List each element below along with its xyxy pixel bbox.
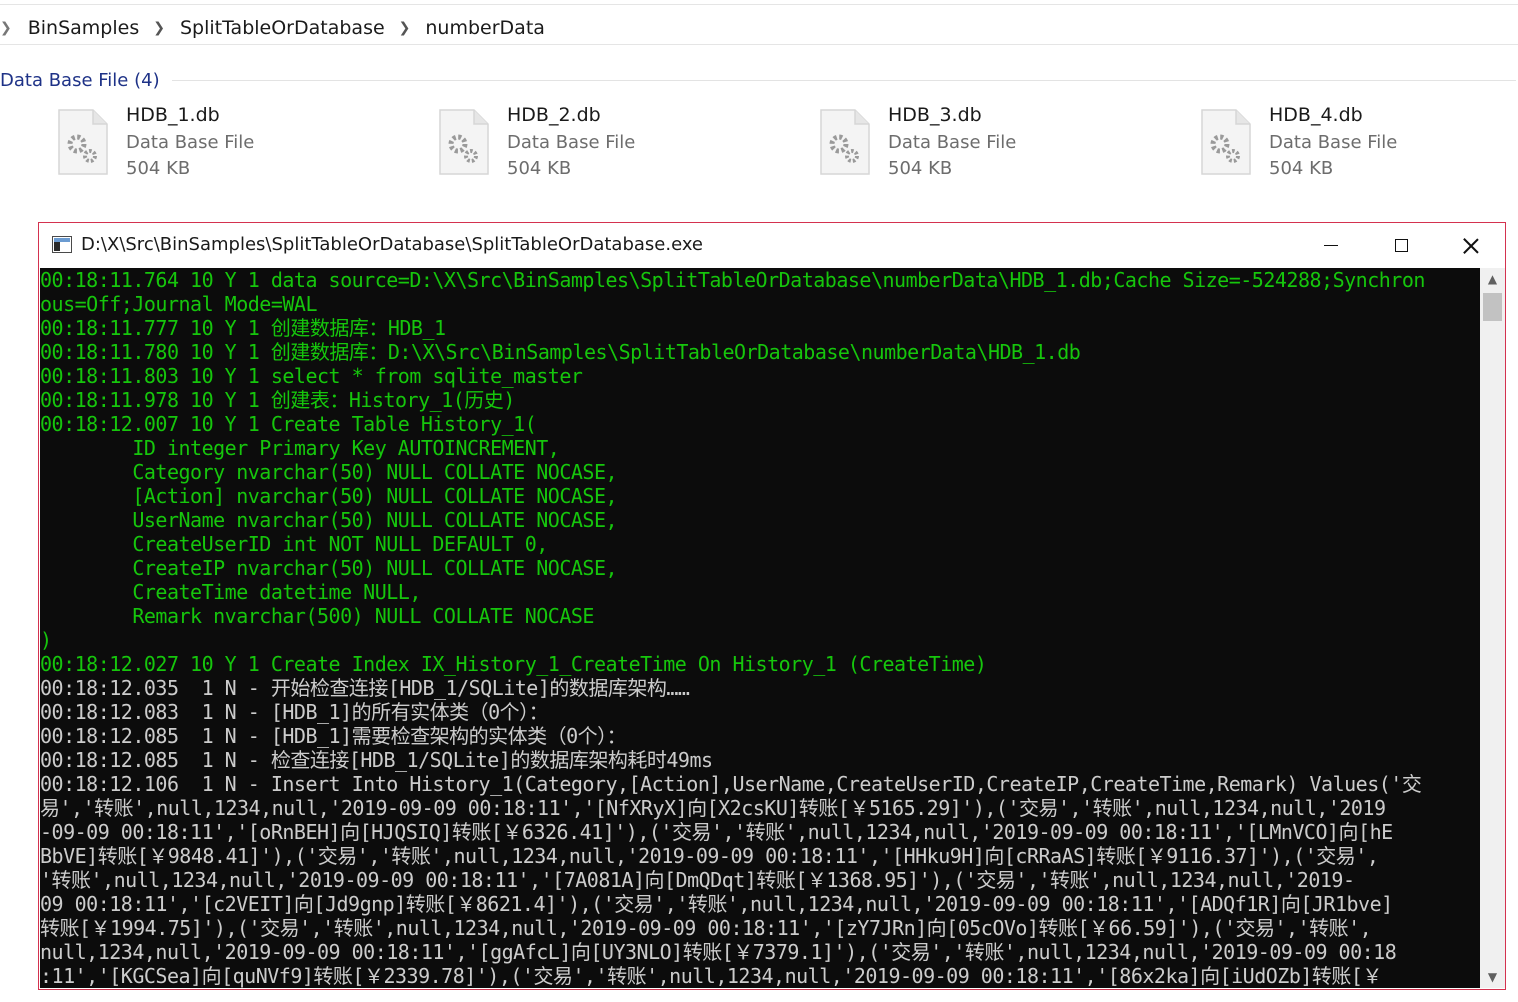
console-line: ID integer Primary Key AUTOINCREMENT,: [40, 436, 560, 460]
file-size: 504 KB: [507, 158, 572, 179]
close-icon: [1463, 238, 1479, 254]
breadcrumb-item-binsamples[interactable]: BinSamples: [26, 17, 142, 39]
file-type: Data Base File: [507, 132, 636, 153]
vertical-scrollbar[interactable]: ▲ ▼: [1480, 268, 1505, 988]
minimize-icon: [1324, 245, 1338, 246]
scroll-up-arrow-icon[interactable]: ▲: [1480, 268, 1505, 290]
chevron-right-icon[interactable]: ❯: [399, 20, 411, 36]
file-type: Data Base File: [1269, 132, 1398, 153]
file-item[interactable]: HDB_3.db Data Base File 504 KB: [819, 104, 1149, 184]
console-line: BbVE]转账[￥9848.41]'),('交易','转账',null,1234…: [40, 844, 1379, 868]
console-line: 00:18:12.106 1 N - Insert Into History_1…: [40, 772, 1422, 796]
gear-document-icon: [820, 109, 870, 175]
file-size: 504 KB: [1269, 158, 1334, 179]
console-line: 00:18:11.803 10 Y 1 select * from sqlite…: [40, 364, 583, 388]
window-title: D:\X\Src\BinSamples\SplitTableOrDatabase…: [81, 234, 704, 255]
breadcrumb-item-numberdata[interactable]: numberData: [423, 17, 547, 39]
group-header[interactable]: Data Base File (4): [0, 66, 1518, 94]
console-line: -09-09 00:18:11','[oRnBEH]向[HJQSIQ]转账[￥6…: [40, 820, 1393, 844]
console-line: ous=Off;Journal Mode=WAL: [40, 292, 317, 316]
console-line: [Action] nvarchar(50) NULL COLLATE NOCAS…: [40, 484, 618, 508]
console-line: 00:18:12.085 1 N - [HDB_1]需要检查架构的实体类（0个）…: [40, 724, 627, 748]
file-explorer: ❯ BinSamples ❯ SplitTableOrDatabase ❯ nu…: [0, 0, 1518, 222]
breadcrumb[interactable]: ❯ BinSamples ❯ SplitTableOrDatabase ❯ nu…: [0, 12, 1518, 45]
console-line: Category nvarchar(50) NULL COLLATE NOCAS…: [40, 460, 618, 484]
console-line: null,1234,null,'2019-09-09 00:18:11','[g…: [40, 940, 1397, 964]
breadcrumb-item-splittableordatabase[interactable]: SplitTableOrDatabase: [178, 17, 387, 39]
console-line: 易','转账',null,1234,null,'2019-09-09 00:18…: [40, 796, 1386, 820]
file-item[interactable]: HDB_4.db Data Base File 504 KB: [1200, 104, 1518, 184]
console-line: UserName nvarchar(50) NULL COLLATE NOCAS…: [40, 508, 618, 532]
file-item[interactable]: HDB_1.db Data Base File 504 KB: [57, 104, 387, 184]
gear-document-icon: [58, 109, 108, 175]
toolbar-divider: [0, 4, 1518, 5]
scrollbar-thumb[interactable]: [1483, 293, 1502, 321]
chevron-right-icon[interactable]: ❯: [153, 20, 165, 36]
file-size: 504 KB: [126, 158, 191, 179]
console-line: 转账[￥1994.75]'),('交易','转账',null,1234,null…: [40, 916, 1372, 940]
console-line: :11','[KGCSea]向[quNVf9]转账[￥2339.78]'),('…: [40, 964, 1382, 988]
close-button[interactable]: [1436, 223, 1506, 268]
file-size: 504 KB: [888, 158, 953, 179]
file-name: HDB_4.db: [1269, 104, 1363, 126]
console-output[interactable]: 00:18:11.764 10 Y 1 data source=D:\X\Src…: [40, 268, 1480, 988]
scroll-down-arrow-icon[interactable]: ▼: [1480, 966, 1505, 988]
chevron-right-icon[interactable]: ❯: [0, 20, 12, 36]
console-line: CreateTime datetime NULL,: [40, 580, 421, 604]
minimize-button[interactable]: [1296, 223, 1366, 268]
console-line: 09 00:18:11','[c2VEIT]向[Jd9gnp]转账[￥8621.…: [40, 892, 1393, 916]
file-name: HDB_3.db: [888, 104, 982, 126]
file-item[interactable]: HDB_2.db Data Base File 504 KB: [438, 104, 768, 184]
file-name: HDB_2.db: [507, 104, 601, 126]
console-line: 00:18:12.027 10 Y 1 Create Index IX_Hist…: [40, 652, 987, 676]
console-line: Remark nvarchar(500) NULL COLLATE NOCASE: [40, 604, 594, 628]
console-line: 00:18:11.978 10 Y 1 创建表：History_1(历史): [40, 388, 515, 412]
console-line: 00:18:12.083 1 N - [HDB_1]的所有实体类（0个）：: [40, 700, 549, 724]
console-line: 00:18:11.764 10 Y 1 data source=D:\X\Src…: [40, 268, 1425, 292]
console-line: 00:18:12.085 1 N - 检查连接[HDB_1/SQLite]的数据…: [40, 748, 713, 772]
console-line: CreateUserID int NOT NULL DEFAULT 0,: [40, 532, 548, 556]
console-window[interactable]: D:\X\Src\BinSamples\SplitTableOrDatabase…: [38, 222, 1506, 990]
group-title[interactable]: Data Base File (4): [0, 70, 160, 91]
maximize-button[interactable]: [1366, 223, 1436, 268]
maximize-icon: [1394, 239, 1408, 252]
console-line: '转账',null,1234,null,'2019-09-09 00:18:11…: [40, 868, 1355, 892]
console-line: 00:18:12.035 1 N - 开始检查连接[HDB_1/SQLite]的…: [40, 676, 690, 700]
file-type: Data Base File: [888, 132, 1017, 153]
file-type: Data Base File: [126, 132, 255, 153]
console-app-icon[interactable]: [52, 236, 72, 253]
gear-document-icon: [1201, 109, 1251, 175]
console-line: 00:18:12.007 10 Y 1 Create Table History…: [40, 412, 537, 436]
file-name: HDB_1.db: [126, 104, 220, 126]
console-line: 00:18:11.780 10 Y 1 创建数据库：D:\X\Src\BinSa…: [40, 340, 1081, 364]
console-line: CreateIP nvarchar(50) NULL COLLATE NOCAS…: [40, 556, 618, 580]
group-divider: [171, 79, 1516, 81]
gear-document-icon: [439, 109, 489, 175]
window-titlebar[interactable]: D:\X\Src\BinSamples\SplitTableOrDatabase…: [39, 223, 1505, 268]
console-line: 00:18:11.777 10 Y 1 创建数据库：HDB_1: [40, 316, 446, 340]
console-line: ): [40, 628, 52, 652]
